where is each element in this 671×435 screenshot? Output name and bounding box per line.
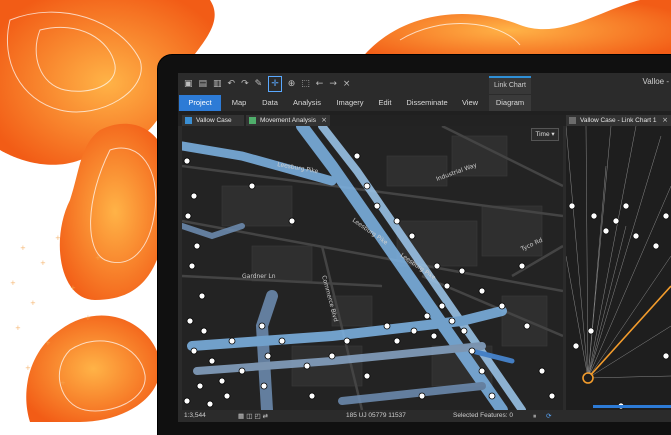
tab-disseminate[interactable]: Disseminate [404, 95, 450, 111]
tab-vallow-case[interactable]: Vallow Case [182, 115, 244, 126]
tab-edit[interactable]: Edit [376, 95, 394, 111]
map-icon [185, 117, 192, 124]
link-chart-view[interactable] [566, 126, 671, 410]
scale-readout[interactable]: 1:3,544 [184, 410, 206, 422]
link-chart-context-tab: Link Chart [489, 76, 531, 94]
tab-analysis[interactable]: Analysis [289, 95, 325, 111]
svg-text:+: + [95, 254, 101, 262]
svg-text:+: + [70, 284, 76, 292]
svg-text:+: + [40, 259, 46, 267]
window-title: Valloe - [642, 77, 669, 86]
tab-project[interactable]: Project [179, 95, 221, 111]
undo-icon[interactable]: ↶ [228, 73, 236, 95]
explore-icon[interactable]: ✛ [268, 76, 282, 92]
map-icon [249, 117, 256, 124]
map-canvas: Leesburg Pike Leesburg Pike Industrial W… [182, 126, 563, 410]
svg-text:+: + [60, 379, 66, 387]
pause-icon[interactable]: ⏸ [533, 410, 536, 422]
forward-icon[interactable]: → [329, 73, 337, 95]
tab-movement-analysis[interactable]: Movement Analysis × [246, 115, 330, 126]
nav-tools-icon[interactable]: ▦ ◫ ◰ ⇄ [238, 410, 268, 422]
back-icon[interactable]: ← [316, 73, 324, 95]
time-button-label: Time [535, 131, 550, 138]
tab-link-chart[interactable]: Vallow Case - Link Chart 1 × [566, 115, 671, 126]
tab-movement-analysis-label: Movement Analysis [260, 117, 316, 124]
link-chart-focus-node[interactable] [582, 372, 594, 384]
close-icon[interactable]: × [321, 115, 327, 126]
tab-map[interactable]: Map [228, 95, 250, 111]
svg-text:+: + [85, 314, 91, 322]
link-chart-icon [569, 117, 576, 124]
redo-icon[interactable]: ↷ [241, 73, 249, 95]
app-window: ▣ ▤ ▥ ↶ ↷ ✎ ✛ ⊕ ⬚ ← → × Link Chart Vallo… [178, 73, 671, 422]
tab-link-chart-label: Vallow Case - Link Chart 1 [580, 117, 657, 124]
zoom-icon[interactable]: ⊕ [288, 73, 296, 95]
svg-text:+: + [55, 234, 61, 242]
svg-text:+: + [25, 364, 31, 372]
coordinate-readout: 185 UJ 05779 11537 [346, 412, 406, 419]
refresh-icon[interactable]: ⟳ [546, 410, 551, 422]
svg-text:+: + [30, 299, 36, 307]
close-icon[interactable]: × [343, 73, 351, 95]
status-bar: 1:3,544 ▦ ◫ ◰ ⇄ 185 UJ 05779 11537 Selec… [178, 410, 671, 422]
tab-diagram[interactable]: Diagram [489, 95, 531, 111]
view-tab-strip: Vallow Case Movement Analysis × Vallow C… [178, 115, 671, 126]
svg-text:+: + [15, 324, 21, 332]
tab-vallow-case-label: Vallow Case [196, 117, 232, 124]
selection-progress [593, 405, 671, 408]
tab-view[interactable]: View [459, 95, 481, 111]
quick-access-toolbar: ▣ ▤ ▥ ↶ ↷ ✎ ✛ ⊕ ⬚ ← → × [178, 73, 671, 95]
open-project-icon[interactable]: ▤ [199, 73, 208, 95]
new-project-icon[interactable]: ▣ [184, 73, 193, 95]
link-chart-canvas [566, 126, 671, 410]
select-icon[interactable]: ⬚ [301, 73, 310, 95]
edit-icon[interactable]: ✎ [255, 73, 263, 95]
svg-text:+: + [10, 279, 16, 287]
svg-text:+: + [20, 244, 26, 252]
svg-text:+: + [45, 339, 51, 347]
map-view[interactable]: Leesburg Pike Leesburg Pike Industrial W… [182, 126, 563, 410]
save-icon[interactable]: ▥ [213, 73, 222, 95]
tab-data[interactable]: Data [258, 95, 282, 111]
ribbon-tabs: Project Map Data Analysis Imagery Edit D… [178, 95, 671, 111]
close-icon[interactable]: × [662, 115, 668, 126]
time-slider-toggle[interactable]: Time ▾ [531, 128, 559, 141]
selected-features-count: Selected Features: 0 [453, 412, 513, 419]
tab-imagery[interactable]: Imagery [332, 95, 368, 111]
road-label: Gardner Ln [242, 273, 276, 280]
